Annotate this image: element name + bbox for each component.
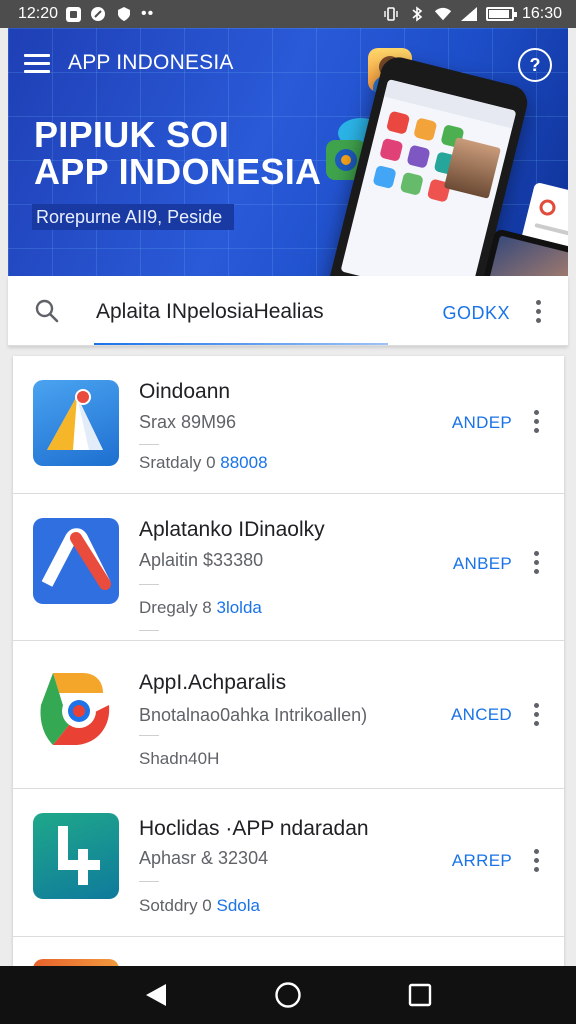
hero-tagline: Rorepurne AII9, Peside	[32, 204, 235, 230]
app-subtitle: Aphasr & 32304	[139, 848, 269, 868]
battery-icon	[485, 7, 517, 21]
vibrate-icon	[382, 5, 400, 23]
list-item[interactable]: AppI.Achparalis Bnotalnao0ahka Intrikoal…	[13, 641, 564, 789]
more-notifications: ••	[141, 5, 155, 22]
app-name: Aplatanko IDinaolky	[139, 518, 325, 541]
app-list: Oindoann Srax 89M96 Sratdaly 0 88008 AND…	[13, 356, 564, 968]
app-name: Hoclidas ·APP ndaradan	[139, 817, 369, 840]
more-options-icon[interactable]	[532, 300, 544, 323]
app-name: AppI.Achparalis	[139, 671, 287, 694]
row-separator	[139, 584, 159, 585]
app-subtitle: Aplaitin $33380	[139, 550, 264, 570]
app-meta: Sotddry 0 Sdola	[139, 896, 260, 915]
app-icon-2	[33, 518, 119, 604]
more-options-icon[interactable]	[530, 849, 542, 872]
app-name: Oindoann	[139, 380, 231, 403]
help-icon[interactable]: ?	[518, 48, 552, 82]
notification-icon	[66, 6, 82, 22]
row-separator	[139, 735, 159, 736]
app-icon-3	[33, 665, 119, 751]
hero-title: PIPIUK SOI	[34, 114, 230, 155]
app-meta: Dregaly 8 3lolda	[139, 598, 262, 617]
navigation-bar	[0, 966, 576, 1024]
recents-icon[interactable]	[403, 978, 437, 1012]
row-separator	[139, 630, 159, 631]
header-banner: APP INDONESIA ? PIPIUK SOI APP INDONESIA…	[8, 28, 568, 276]
app-action-button[interactable]: ANBEP	[453, 554, 512, 574]
signal-icon	[460, 5, 478, 23]
hero-subtitle: APP INDONESIA	[34, 151, 322, 192]
list-item[interactable]	[13, 937, 564, 968]
status-right: 16:30	[382, 5, 562, 23]
app-icon-1	[33, 380, 119, 466]
app-action-button[interactable]: ANCED	[451, 705, 512, 725]
status-left: 12:20 ••	[18, 5, 154, 23]
app-subtitle: Bnotalnao0ahka Intrikoallen)	[139, 705, 368, 725]
search-bar[interactable]: Aplaita INpelosiaHealias GODKX	[8, 276, 568, 346]
wifi-icon	[434, 5, 452, 23]
list-item[interactable]: Oindoann Srax 89M96 Sratdaly 0 88008 AND…	[13, 356, 564, 494]
search-input[interactable]: Aplaita INpelosiaHealias	[96, 300, 324, 324]
app-subtitle: Srax 89M96	[139, 412, 237, 432]
app-icon-4	[33, 813, 119, 899]
more-options-icon[interactable]	[530, 410, 542, 433]
shield-icon	[115, 5, 133, 23]
more-options-icon[interactable]	[530, 551, 542, 574]
status-bar: 12:20 •• 16:30	[0, 0, 576, 28]
home-icon[interactable]	[271, 978, 305, 1012]
app-title: APP INDONESIA	[68, 51, 234, 74]
menu-icon[interactable]	[24, 54, 50, 74]
search-action-button[interactable]: GODKX	[442, 303, 510, 324]
list-item[interactable]: Hoclidas ·APP ndaradan Aphasr & 32304 So…	[13, 789, 564, 937]
app-meta: Sratdaly 0 88008	[139, 453, 268, 472]
search-icon[interactable]	[34, 298, 60, 324]
status-clock: 16:30	[521, 5, 562, 22]
nfc-icon	[89, 5, 107, 23]
more-options-icon[interactable]	[530, 703, 542, 726]
row-separator	[139, 881, 159, 882]
app-action-button[interactable]: ARREP	[452, 851, 512, 871]
app-action-button[interactable]: ANDEP	[452, 413, 512, 433]
back-icon[interactable]	[139, 978, 173, 1012]
list-item[interactable]: Aplatanko IDinaolky Aplaitin $33380 Dreg…	[13, 494, 564, 641]
bluetooth-icon	[408, 5, 426, 23]
status-time: 12:20	[18, 5, 59, 22]
app-meta: Shadn40H	[139, 749, 220, 768]
search-focus-underline	[94, 343, 388, 345]
row-separator	[139, 444, 159, 445]
